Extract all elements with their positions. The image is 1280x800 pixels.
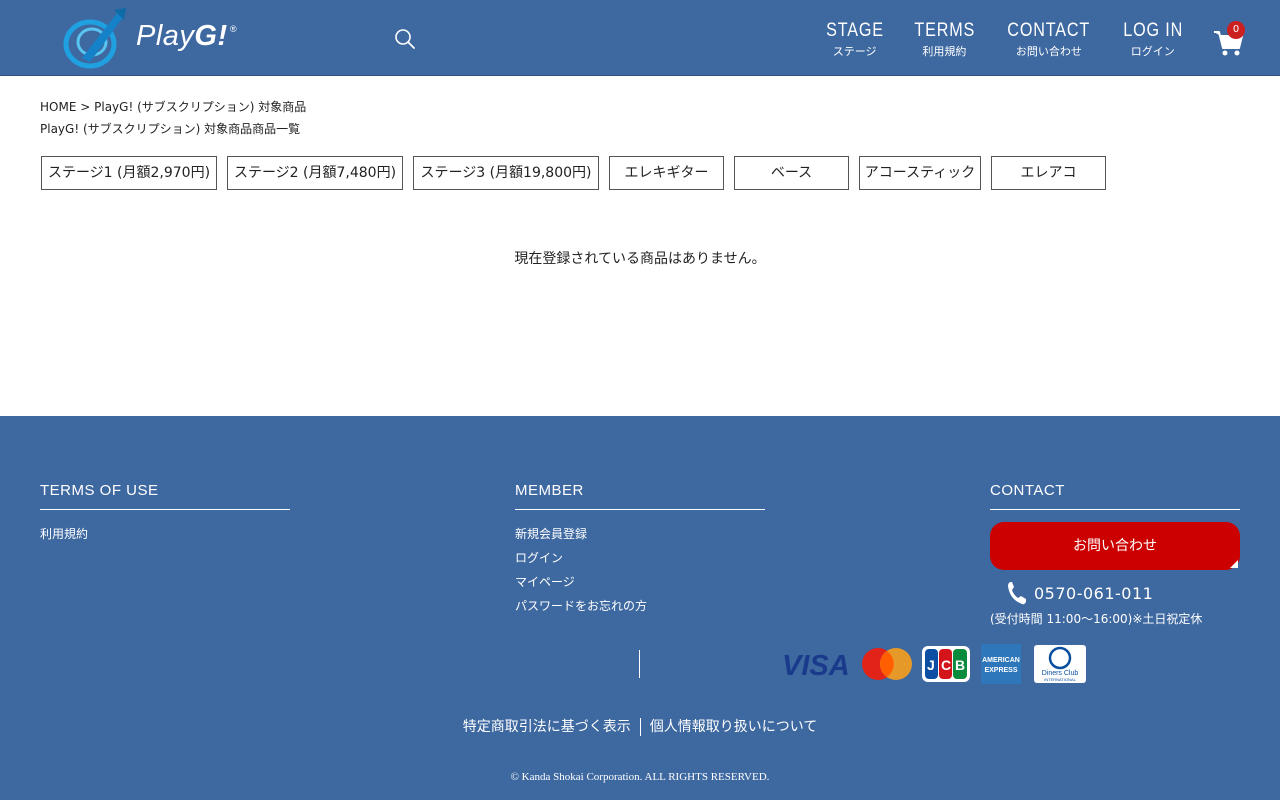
contact-button[interactable]: お問い合わせ	[990, 522, 1240, 570]
nav-login-label: LOG IN	[1122, 20, 1183, 41]
legal-separator	[639, 718, 641, 736]
empty-product-message: 現在登録されている商品はありません。	[514, 251, 766, 267]
footer-link-forgot-password[interactable]: パスワードをお忘れの方	[515, 594, 765, 618]
footer-member-heading: MEMBER	[515, 482, 765, 510]
nav-terms[interactable]: TERMS 利用規約	[909, 20, 981, 59]
main-nav: STAGE ステージ TERMS 利用規約 CONTACT お問い合わせ LOG…	[821, 20, 1188, 59]
site-header: PlayG! ® STAGE ステージ TERMS 利用規約 CONTACT お…	[0, 0, 1280, 76]
nav-contact-sublabel: お問い合わせ	[1015, 45, 1082, 58]
footer-terms-column: TERMS OF USE 利用規約	[40, 482, 290, 546]
nav-stage[interactable]: STAGE ステージ	[821, 20, 889, 59]
category-button-bass[interactable]: ベース	[734, 156, 849, 190]
nav-contact-label: CONTACT	[1007, 20, 1091, 41]
corner-decoration	[1230, 560, 1238, 568]
svg-text:AMERICAN: AMERICAN	[982, 657, 1020, 664]
svg-text:C: C	[941, 657, 951, 673]
business-hours: (受付時間 11:00〜16:00)※土日祝定休	[990, 612, 1203, 626]
page-title: PlayG! (サブスクリプション) 対象商品商品一覧	[40, 122, 301, 136]
mastercard-icon	[860, 644, 914, 684]
footer-link-mypage[interactable]: マイページ	[515, 570, 765, 594]
breadcrumb-current: PlayG! (サブスクリプション) 対象商品	[94, 100, 307, 114]
footer-link-login[interactable]: ログイン	[515, 546, 765, 570]
site-footer: TERMS OF USE 利用規約 MEMBER 新規会員登録 ログイン マイペ…	[0, 416, 1280, 800]
breadcrumb-home-link[interactable]: HOME	[40, 100, 76, 114]
registered-mark: ®	[230, 24, 237, 34]
diners-club-icon: Diners Club INTERNATIONAL	[1030, 644, 1090, 684]
phone-number[interactable]: 0570-061-011	[1034, 584, 1153, 603]
category-button-electric-acoustic[interactable]: エレアコ	[991, 156, 1106, 190]
footer-contact-heading: CONTACT	[990, 482, 1240, 510]
phone-icon	[1008, 582, 1026, 605]
nav-stage-label: STAGE	[825, 20, 884, 41]
footer-contact-column: CONTACT お問い合わせ 0570-061-011 (受付時間 11:00〜…	[990, 482, 1240, 627]
svg-text:EXPRESS: EXPRESS	[984, 667, 1017, 674]
legal-link-commercial-transactions[interactable]: 特定商取引法に基づく表示	[463, 719, 631, 735]
nav-stage-sublabel: ステージ	[832, 45, 877, 58]
category-button-stage3[interactable]: ステージ3 (月額19,800円)	[413, 156, 599, 190]
logo-wordmark: PlayG!	[136, 20, 228, 52]
footer-member-column: MEMBER 新規会員登録 ログイン マイページ パスワードをお忘れの方	[515, 482, 765, 618]
nav-terms-label: TERMS	[914, 20, 975, 41]
category-button-stage1[interactable]: ステージ1 (月額2,970円)	[41, 156, 217, 190]
svg-text:J: J	[927, 657, 935, 673]
phone-row: 0570-061-011	[990, 580, 1240, 606]
nav-terms-sublabel: 利用規約	[922, 45, 967, 58]
category-button-stage2[interactable]: ステージ2 (月額7,480円)	[227, 156, 403, 190]
jcb-icon: J C B	[920, 644, 972, 684]
svg-text:VISA: VISA	[782, 650, 850, 679]
visa-icon: VISA	[780, 644, 854, 684]
footer-link-terms[interactable]: 利用規約	[40, 522, 290, 546]
svg-text:INTERNATIONAL: INTERNATIONAL	[1044, 677, 1076, 682]
svg-text:Diners Club: Diners Club	[1042, 670, 1079, 677]
cart-count-badge: 0	[1227, 21, 1245, 39]
nav-login[interactable]: LOG IN ログイン	[1118, 20, 1188, 59]
search-icon[interactable]	[394, 28, 416, 50]
guitar-swirl-icon	[63, 8, 126, 69]
copyright: © Kanda Shokai Corporation. ALL RIGHTS R…	[510, 771, 770, 783]
footer-divider	[639, 650, 640, 678]
category-button-electric-guitar[interactable]: エレキギター	[609, 156, 724, 190]
legal-link-privacy[interactable]: 個人情報取り扱いについて	[650, 719, 818, 735]
playg-logo[interactable]: PlayG! ®	[60, 6, 250, 72]
footer-link-register[interactable]: 新規会員登録	[515, 522, 765, 546]
nav-login-sublabel: ログイン	[1130, 45, 1175, 58]
footer-terms-heading: TERMS OF USE	[40, 482, 290, 510]
breadcrumb: HOME > PlayG! (サブスクリプション) 対象商品 PlayG! (サ…	[40, 96, 306, 140]
category-button-acoustic[interactable]: アコースティック	[859, 156, 981, 190]
payment-card-logos: VISA J C B AMERICAN EXPRESS Diners Club …	[780, 644, 1090, 684]
nav-contact[interactable]: CONTACT お問い合わせ	[1000, 20, 1097, 59]
legal-links: 特定商取引法に基づく表示 個人情報取り扱いについて	[0, 716, 1280, 736]
breadcrumb-separator: >	[80, 100, 91, 114]
contact-button-label: お問い合わせ	[1073, 538, 1157, 554]
svg-text:B: B	[955, 657, 965, 673]
amex-icon: AMERICAN EXPRESS	[978, 644, 1024, 684]
